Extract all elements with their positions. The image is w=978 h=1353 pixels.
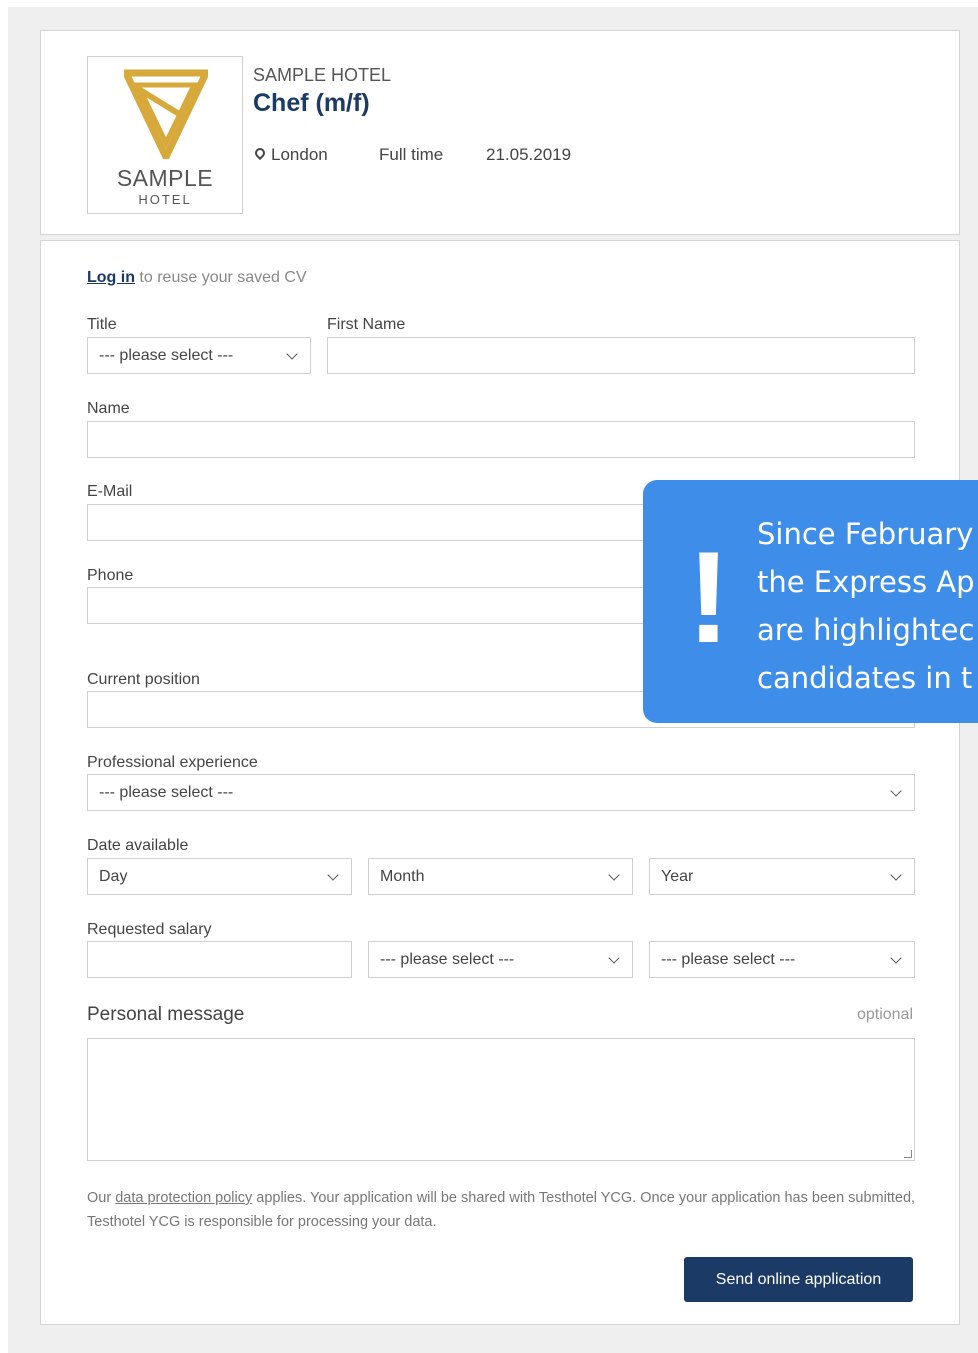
posting-date: 21.05.2019 bbox=[486, 145, 572, 164]
callout-line-3: are highlightec bbox=[757, 613, 975, 647]
job-title: Chef (m/f) bbox=[253, 89, 370, 117]
job-header-card: SAMPLE HOTEL SAMPLE HOTEL Chef (m/f) Lon… bbox=[40, 30, 960, 235]
salary-currency-select[interactable]: --- please select --- bbox=[649, 941, 915, 978]
name-label: Name bbox=[87, 400, 130, 417]
employment-type: Full time bbox=[379, 145, 444, 164]
month-select[interactable]: Month bbox=[368, 858, 633, 895]
name-input[interactable] bbox=[87, 421, 915, 458]
callout-line-1: Since February bbox=[757, 517, 974, 551]
title-label: Title bbox=[87, 316, 117, 333]
logo-name: SAMPLE bbox=[116, 165, 214, 191]
experience-select[interactable]: --- please select --- bbox=[87, 774, 915, 811]
exclamation-icon: ! bbox=[687, 524, 731, 670]
year-select[interactable]: Year bbox=[649, 858, 915, 895]
title-select[interactable]: --- please select --- bbox=[87, 337, 311, 374]
login-link[interactable]: Log in bbox=[87, 269, 135, 286]
salary-period-select[interactable]: --- please select --- bbox=[368, 941, 633, 978]
company-name: SAMPLE HOTEL bbox=[253, 65, 392, 85]
login-prompt-text: to reuse your saved CV bbox=[134, 269, 307, 286]
info-callout: ! Since February the Express Ap are high… bbox=[643, 480, 978, 723]
privacy-prefix: Our bbox=[87, 1190, 116, 1206]
salary-label: Requested salary bbox=[87, 921, 212, 938]
experience-label: Professional experience bbox=[87, 754, 258, 771]
callout-line-4: candidates in t bbox=[757, 661, 973, 695]
login-prompt: Log in to reuse your saved CV bbox=[87, 269, 307, 287]
first-name-input[interactable] bbox=[327, 337, 915, 374]
optional-hint: optional bbox=[856, 1006, 913, 1023]
resize-handle-icon[interactable] bbox=[904, 1150, 912, 1158]
first-name-label: First Name bbox=[327, 316, 406, 333]
location-text: London bbox=[271, 145, 328, 164]
hotel-logo: SAMPLE HOTEL bbox=[87, 56, 243, 214]
salary-input[interactable] bbox=[87, 941, 352, 978]
location-pin-icon bbox=[252, 145, 268, 161]
phone-label: Phone bbox=[87, 567, 134, 584]
job-location: London bbox=[252, 145, 328, 165]
hotel-logo-emblem-icon bbox=[124, 69, 208, 159]
callout-line-2: the Express Ap bbox=[757, 565, 975, 599]
day-select[interactable]: Day bbox=[87, 858, 352, 895]
application-form: Log in to reuse your saved CV Title --- … bbox=[40, 240, 960, 1325]
personal-message-textarea[interactable] bbox=[87, 1038, 915, 1161]
privacy-notice: Our data protection policy applies. Your… bbox=[87, 1186, 917, 1234]
date-available-label: Date available bbox=[87, 837, 189, 854]
logo-subtitle: HOTEL bbox=[138, 192, 192, 207]
current-position-label: Current position bbox=[87, 671, 200, 688]
personal-message-label: Personal message bbox=[87, 1004, 245, 1025]
email-label: E-Mail bbox=[87, 483, 133, 500]
callout-text: Since February the Express Ap are highli… bbox=[757, 510, 978, 702]
send-application-button[interactable]: Send online application bbox=[684, 1257, 913, 1302]
privacy-policy-link[interactable]: data protection policy bbox=[115, 1190, 252, 1206]
